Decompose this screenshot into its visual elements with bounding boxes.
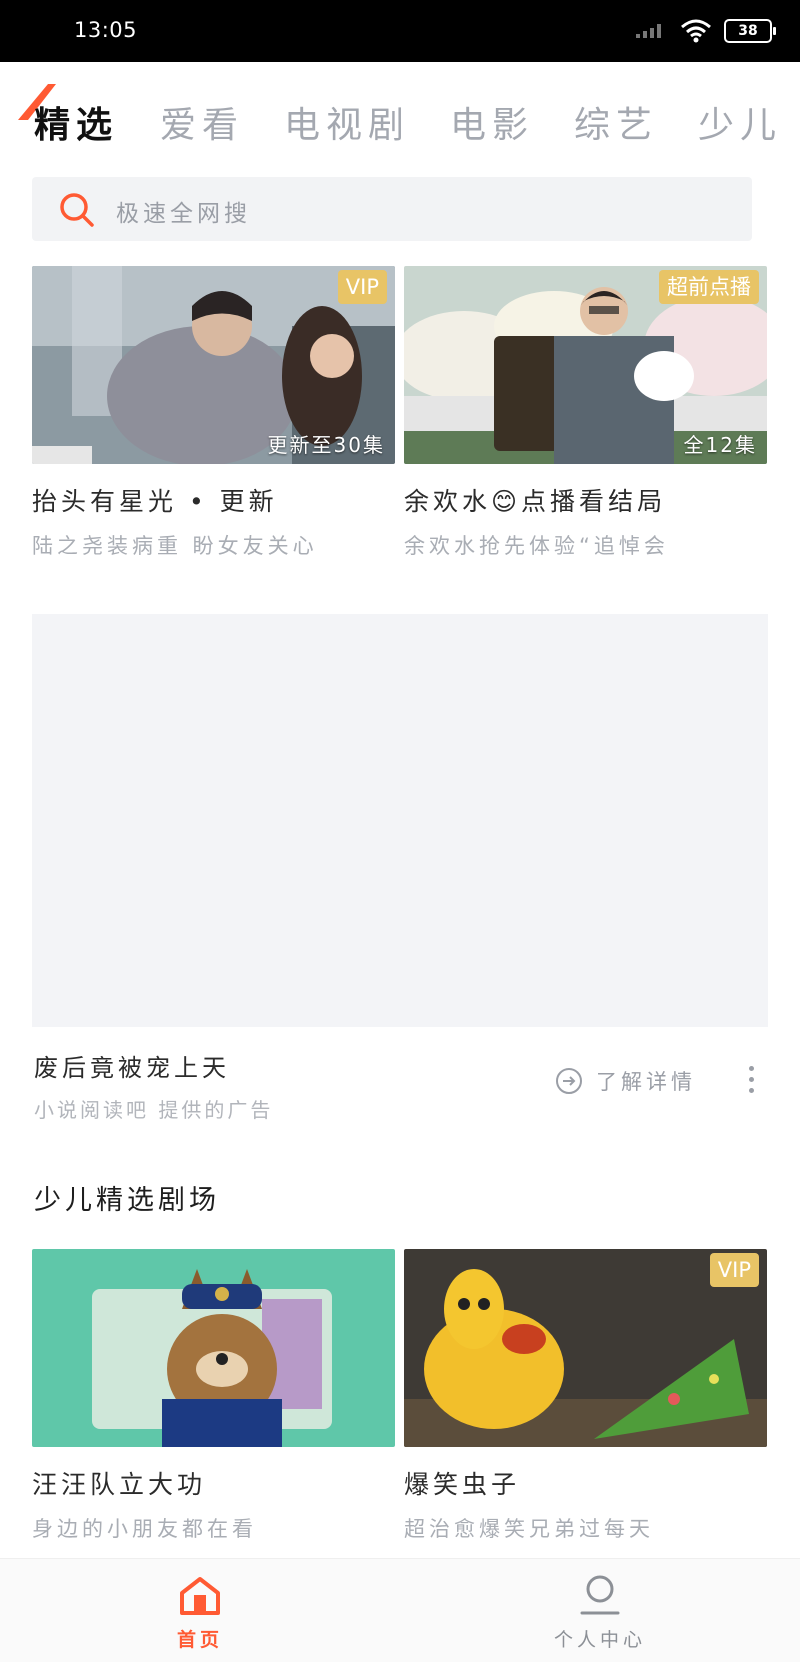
nav-home-label: 首页	[176, 1629, 223, 1651]
thumbnail[interactable]: VIP 更新至30集	[32, 266, 395, 464]
section-title: 少儿精选剧场	[34, 1185, 220, 1216]
nav-profile[interactable]: 个人中心	[500, 1573, 700, 1652]
kids-card-1[interactable]: 汪汪队立大功 身边的小朋友都在看	[32, 1249, 395, 1543]
ad-title[interactable]: 废后竟被宠上天	[34, 1048, 230, 1083]
status-bar: 13:05 38	[0, 0, 800, 62]
thumbnail[interactable]: VIP	[404, 1249, 767, 1447]
app-root: 13:05 38 精选 爱看 电视剧 电影 综艺 少儿 极速全网搜 VIP 更新…	[0, 0, 800, 1662]
early-access-badge: 超前点播	[659, 270, 759, 304]
vip-badge: VIP	[709, 1253, 759, 1287]
search-bar[interactable]: 极速全网搜	[32, 177, 752, 241]
arrow-circle-icon	[556, 1068, 582, 1094]
kids-card-2[interactable]: VIP 爆笑虫子 超治愈爆笑兄弟过每天	[404, 1249, 767, 1543]
bottom-nav: 首页 个人中心	[0, 1558, 800, 1662]
status-time: 13:05	[74, 18, 138, 42]
nav-home[interactable]: 首页	[100, 1573, 300, 1652]
ad-detail-link[interactable]: 了解详情	[554, 1066, 696, 1096]
search-placeholder: 极速全网搜	[116, 201, 251, 227]
battery-indicator: 38	[724, 19, 776, 43]
card-subtitle: 超治愈爆笑兄弟过每天	[404, 1517, 654, 1541]
search-icon	[60, 193, 94, 227]
ad-banner[interactable]	[32, 614, 768, 1027]
episode-count: 更新至30集	[267, 433, 385, 457]
thumbnail[interactable]	[32, 1249, 395, 1447]
card-title[interactable]: 汪汪队立大功	[32, 1465, 395, 1501]
wifi-icon	[681, 19, 711, 43]
featured-card-2[interactable]: 超前点播 全12集 余欢水😊点播看结局 余欢水抢先体验“追悼会	[404, 266, 767, 560]
tab-variety[interactable]: 综艺	[574, 96, 658, 148]
thumbnail[interactable]: 超前点播 全12集	[404, 266, 767, 464]
card-title[interactable]: 抬头有星光 • 更新	[32, 482, 395, 518]
card-title[interactable]: 余欢水😊点播看结局	[404, 482, 767, 518]
profile-icon	[580, 1575, 620, 1615]
tab-featured[interactable]: 精选	[34, 96, 118, 148]
card-title[interactable]: 爆笑虫子	[404, 1465, 767, 1501]
thumbnail-image	[32, 1249, 395, 1447]
home-icon	[180, 1577, 220, 1615]
signal-icon	[636, 24, 661, 38]
ad-detail-label: 了解详情	[596, 1070, 696, 1094]
card-subtitle: 身边的小朋友都在看	[32, 1517, 257, 1541]
nav-profile-label: 个人中心	[553, 1629, 646, 1651]
more-options-icon[interactable]	[745, 1062, 757, 1102]
featured-card-1[interactable]: VIP 更新至30集 抬头有星光 • 更新 陆之尧装病重 盼女友关心	[32, 266, 395, 560]
tab-kids[interactable]: 少儿	[698, 96, 782, 148]
tab-movies[interactable]: 电影	[450, 96, 534, 148]
episode-count: 全12集	[683, 433, 757, 457]
status-icons: 38	[634, 18, 776, 44]
ad-source-label: 小说阅读吧 提供的广告	[34, 1098, 274, 1122]
tab-tv-series[interactable]: 电视剧	[284, 96, 410, 148]
vip-badge: VIP	[337, 270, 387, 304]
card-subtitle: 余欢水抢先体验“追悼会	[404, 534, 669, 558]
tab-like[interactable]: 爱看	[160, 96, 244, 148]
card-subtitle: 陆之尧装病重 盼女友关心	[32, 534, 318, 558]
